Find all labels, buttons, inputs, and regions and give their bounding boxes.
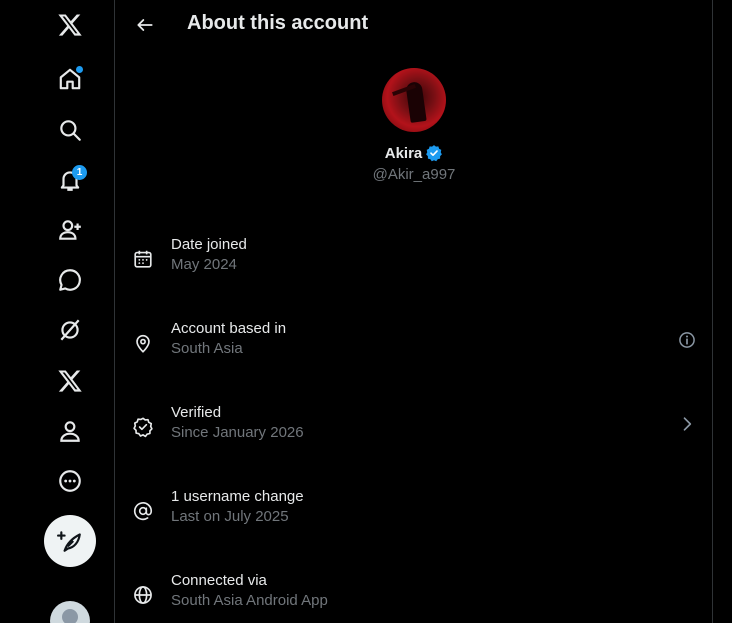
info-subtitle: Last on July 2025 xyxy=(171,508,289,525)
sidebar-nav: 1 xyxy=(0,0,115,623)
sidebar-item-explore[interactable] xyxy=(45,105,95,155)
back-button[interactable] xyxy=(125,5,165,45)
chevron-right-icon[interactable] xyxy=(677,414,697,434)
more-icon xyxy=(59,470,81,492)
verified-outline-icon xyxy=(132,416,154,438)
sidebar-item-more[interactable] xyxy=(45,456,95,506)
location-pin-icon xyxy=(132,332,154,354)
follow-icon xyxy=(59,220,81,240)
notification-dot xyxy=(76,66,83,73)
sidebar-item-grok[interactable] xyxy=(45,305,95,355)
info-subtitle: South Asia xyxy=(171,340,243,357)
account-avatar[interactable] xyxy=(50,601,90,623)
chat-icon xyxy=(59,269,81,291)
back-arrow-icon xyxy=(137,19,153,31)
sidebar-item-home[interactable] xyxy=(45,54,95,104)
info-title: Verified xyxy=(171,404,222,421)
info-title: Date joined xyxy=(171,236,247,253)
app-window: 1 About this account Akira @Akir_a997 Da… xyxy=(0,0,732,623)
display-name: Akira xyxy=(384,144,423,162)
compose-icon xyxy=(57,531,81,552)
info-title: 1 username change xyxy=(171,488,304,505)
sidebar-item-notifications[interactable]: 1 xyxy=(45,155,95,205)
info-subtitle: Since January 2026 xyxy=(171,424,304,441)
info-row-connected-via: Connected via South Asia Android App xyxy=(115,572,713,623)
page-header: About this account xyxy=(115,0,713,50)
info-subtitle: South Asia Android App xyxy=(171,592,328,609)
username-handle: @Akir_a997 xyxy=(372,166,456,183)
compose-post-button[interactable] xyxy=(44,515,96,567)
x-logo-icon[interactable] xyxy=(45,0,95,50)
search-icon xyxy=(60,120,81,141)
info-row-verified[interactable]: Verified Since January 2026 xyxy=(115,404,713,464)
sidebar-item-premium[interactable] xyxy=(45,356,95,406)
profile-icon xyxy=(60,421,80,442)
info-row-username-change: 1 username change Last on July 2025 xyxy=(115,488,713,548)
scrollbar[interactable] xyxy=(713,0,732,623)
sidebar-item-messages[interactable] xyxy=(45,255,95,305)
info-title: Account based in xyxy=(171,320,287,337)
info-title: Connected via xyxy=(171,572,267,589)
verified-badge-icon xyxy=(426,145,443,162)
main-column: About this account Akira @Akir_a997 Date… xyxy=(115,0,713,623)
grok-icon xyxy=(60,319,80,341)
profile-summary: Akira @Akir_a997 xyxy=(115,68,713,183)
info-icon[interactable] xyxy=(677,330,697,350)
info-row-account-based-in: Account based in South Asia xyxy=(115,320,713,380)
info-row-date-joined: Date joined May 2024 xyxy=(115,236,713,296)
name-row: Akira xyxy=(115,144,713,162)
calendar-icon xyxy=(132,248,154,270)
globe-icon xyxy=(132,584,154,606)
at-sign-icon xyxy=(132,500,154,522)
page-title: About this account xyxy=(187,12,369,34)
notification-badge: 1 xyxy=(72,165,87,180)
sidebar-item-profile[interactable] xyxy=(45,406,95,456)
info-subtitle: May 2024 xyxy=(171,256,237,273)
sidebar-item-follow[interactable] xyxy=(45,205,95,255)
premium-x-icon xyxy=(58,370,82,392)
profile-avatar[interactable] xyxy=(382,68,446,132)
